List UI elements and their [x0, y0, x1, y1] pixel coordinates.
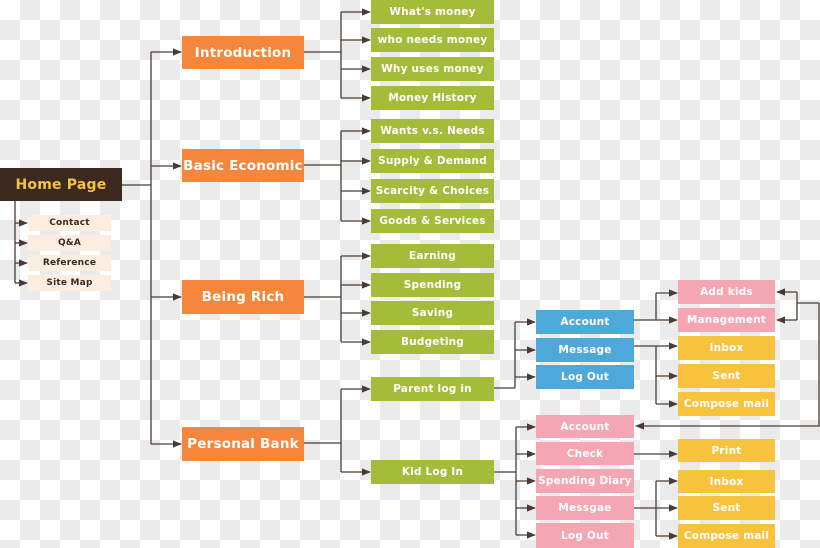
topic-budgeting[interactable]: Budgeting	[371, 330, 494, 354]
section-being-rich[interactable]: Being Rich	[182, 280, 304, 314]
parent-add-kids[interactable]: Add kids	[678, 280, 775, 304]
section-introduction[interactable]: Introduction	[182, 36, 304, 69]
kid-log-out[interactable]: Log Out	[536, 523, 634, 548]
utility-link-qa[interactable]: Q&A	[28, 235, 111, 251]
parent-management[interactable]: Management	[678, 308, 775, 332]
topic-earning[interactable]: Earning	[371, 244, 494, 268]
kid-account[interactable]: Account	[536, 415, 634, 438]
kid-print[interactable]: Print	[678, 439, 775, 462]
parent-message[interactable]: Message	[536, 338, 634, 362]
topic-saving[interactable]: Saving	[371, 301, 494, 325]
topic-why-uses-money[interactable]: Why uses money	[371, 57, 494, 81]
parent-sent[interactable]: Sent	[678, 364, 775, 388]
parent-log-in[interactable]: Parent log in	[371, 377, 494, 401]
section-basic-economic[interactable]: Basic Economic	[182, 149, 304, 182]
kid-log-in[interactable]: Kid Log In	[371, 460, 494, 484]
topic-supply-demand[interactable]: Supply & Demand	[371, 149, 494, 173]
topic-whats-money[interactable]: What's money	[371, 0, 494, 24]
kid-spending-diary[interactable]: Spending Diary	[536, 469, 634, 493]
topic-goods-services[interactable]: Goods & Services	[371, 209, 494, 233]
kid-message[interactable]: Messgae	[536, 496, 634, 520]
kid-compose-mail[interactable]: Compose mail	[678, 524, 775, 548]
kid-inbox[interactable]: Inbox	[678, 470, 775, 493]
kid-sent[interactable]: Sent	[678, 496, 775, 520]
utility-link-site-map[interactable]: Site Map	[28, 275, 111, 291]
topic-wants-vs-needs[interactable]: Wants v.s. Needs	[371, 119, 494, 143]
parent-inbox[interactable]: Inbox	[678, 336, 775, 360]
parent-log-out[interactable]: Log Out	[536, 365, 634, 389]
topic-who-needs-money[interactable]: who needs money	[371, 28, 494, 52]
parent-account[interactable]: Account	[536, 310, 634, 334]
section-personal-bank[interactable]: Personal Bank	[182, 427, 304, 461]
parent-compose-mail[interactable]: Compose mail	[678, 392, 775, 416]
utility-link-contact[interactable]: Contact	[28, 215, 111, 231]
topic-scarcity-choices[interactable]: Scarcity & Choices	[371, 179, 494, 203]
topic-money-history[interactable]: Money History	[371, 86, 494, 110]
home-page-node[interactable]: Home Page	[0, 168, 122, 201]
topic-spending[interactable]: Spending	[371, 273, 494, 297]
utility-link-reference[interactable]: Reference	[28, 255, 111, 271]
kid-check[interactable]: Check	[536, 442, 634, 465]
